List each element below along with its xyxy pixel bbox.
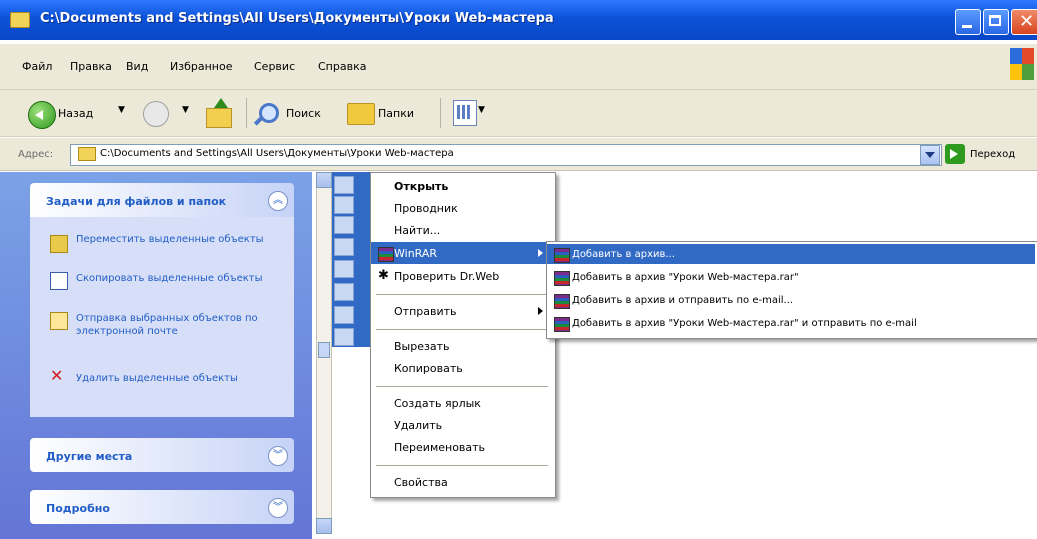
delete-icon: ✕ <box>50 366 64 385</box>
forward-dropdown-icon[interactable]: ▼ <box>182 105 189 115</box>
close-button[interactable]: ✕ <box>1011 9 1037 35</box>
back-dropdown-icon[interactable]: ▼ <box>118 105 125 115</box>
ctx-winrar[interactable]: WinRAR <box>394 247 437 260</box>
submenu-arrow-icon <box>538 249 543 257</box>
minimize-button[interactable] <box>955 9 981 35</box>
go-button-label[interactable]: Переход <box>970 149 1015 160</box>
toolbar-divider <box>246 98 247 128</box>
ctx-properties[interactable]: Свойства <box>394 476 448 489</box>
ctx-delete[interactable]: Удалить <box>394 419 442 432</box>
file-icon[interactable] <box>334 216 354 234</box>
copy-icon <box>50 272 68 290</box>
sub-add-to-named-archive[interactable]: Добавить в архив "Уроки Web-мастера.rar" <box>572 272 799 283</box>
submenu-arrow-icon <box>538 307 543 315</box>
file-icon[interactable] <box>334 283 354 301</box>
menu-separator <box>376 386 548 387</box>
ctx-create-shortcut[interactable]: Создать ярлык <box>394 397 481 410</box>
toolbar-divider <box>440 98 441 128</box>
address-dropdown-icon[interactable] <box>920 145 940 165</box>
ctx-drweb[interactable]: Проверить Dr.Web <box>394 270 499 283</box>
scroll-thumb[interactable] <box>318 342 330 358</box>
ctx-find[interactable]: Найти... <box>394 224 440 237</box>
window-title: C:\Documents and Settings\All Users\Доку… <box>40 11 554 26</box>
folder-icon <box>10 12 30 28</box>
maximize-button[interactable] <box>983 9 1009 35</box>
winrar-icon <box>554 294 570 309</box>
task-move[interactable]: Переместить выделенные объекты <box>76 233 276 246</box>
ctx-open[interactable]: Открыть <box>394 180 448 193</box>
views-icon[interactable] <box>453 100 477 126</box>
drweb-icon: ✱ <box>378 268 389 283</box>
ctx-copy[interactable]: Копировать <box>394 362 463 375</box>
scroll-down-icon[interactable] <box>316 518 332 534</box>
menu-separator <box>376 294 548 295</box>
menu-bar <box>0 44 1037 90</box>
address-value[interactable]: C:\Documents and Settings\All Users\Доку… <box>100 148 454 159</box>
other-places-title[interactable]: Другие места <box>46 450 132 463</box>
collapse-chevron-icon[interactable]: ︽ <box>268 191 288 211</box>
file-icon[interactable] <box>334 238 354 256</box>
close-icon: ✕ <box>1019 11 1035 32</box>
search-button-label[interactable]: Поиск <box>286 107 321 120</box>
menu-file[interactable]: Файл <box>22 60 52 73</box>
file-icon[interactable] <box>334 196 354 214</box>
search-icon[interactable] <box>259 103 279 123</box>
sub-add-and-email[interactable]: Добавить в архив и отправить по e-mail..… <box>572 295 793 306</box>
up-folder-icon[interactable] <box>206 98 232 128</box>
back-button-label[interactable]: Назад <box>58 107 93 120</box>
file-icon[interactable] <box>334 176 354 194</box>
task-email[interactable]: Отправка выбранных объектов по электронн… <box>76 312 276 338</box>
menu-separator <box>376 329 548 330</box>
email-icon <box>50 312 68 330</box>
task-delete[interactable]: Удалить выделенные объекты <box>76 372 276 385</box>
menu-help[interactable]: Справка <box>318 60 366 73</box>
ctx-cut[interactable]: Вырезать <box>394 340 449 353</box>
file-tasks-title[interactable]: Задачи для файлов и папок <box>46 195 226 208</box>
menu-edit[interactable]: Правка <box>70 60 112 73</box>
menu-separator <box>376 465 548 466</box>
file-icon[interactable] <box>334 260 354 278</box>
ctx-explorer[interactable]: Проводник <box>394 202 458 215</box>
move-icon <box>50 235 68 253</box>
details-title[interactable]: Подробно <box>46 502 110 515</box>
sub-add-named-and-email[interactable]: Добавить в архив "Уроки Web-мастера.rar"… <box>572 318 917 329</box>
winrar-icon <box>554 317 570 332</box>
file-icon[interactable] <box>334 306 354 324</box>
forward-arrow-icon[interactable] <box>143 101 169 127</box>
expand-chevron-icon[interactable]: ︾ <box>268 498 288 518</box>
expand-chevron-icon[interactable]: ︾ <box>268 446 288 466</box>
winrar-icon <box>554 248 570 263</box>
back-arrow-icon[interactable] <box>28 101 56 129</box>
folders-button-label[interactable]: Папки <box>378 107 414 120</box>
scroll-up-icon[interactable] <box>316 172 332 188</box>
ctx-send-to[interactable]: Отправить <box>394 305 457 318</box>
winrar-icon <box>378 247 394 262</box>
ctx-rename[interactable]: Переименовать <box>394 441 485 454</box>
address-label: Адрес: <box>18 149 54 160</box>
menu-tools[interactable]: Сервис <box>254 60 295 73</box>
task-copy[interactable]: Скопировать выделенные объекты <box>76 272 276 285</box>
menu-view[interactable]: Вид <box>126 60 148 73</box>
windows-logo-icon <box>1010 48 1034 80</box>
folders-icon[interactable] <box>347 103 375 125</box>
winrar-icon <box>554 271 570 286</box>
go-arrow-icon[interactable] <box>945 144 965 164</box>
views-dropdown-icon[interactable]: ▼ <box>478 105 485 115</box>
folder-icon <box>78 147 96 161</box>
sub-add-to-archive[interactable]: Добавить в архив... <box>572 249 675 260</box>
menu-favorites[interactable]: Избранное <box>170 60 232 73</box>
file-icon[interactable] <box>334 328 354 346</box>
